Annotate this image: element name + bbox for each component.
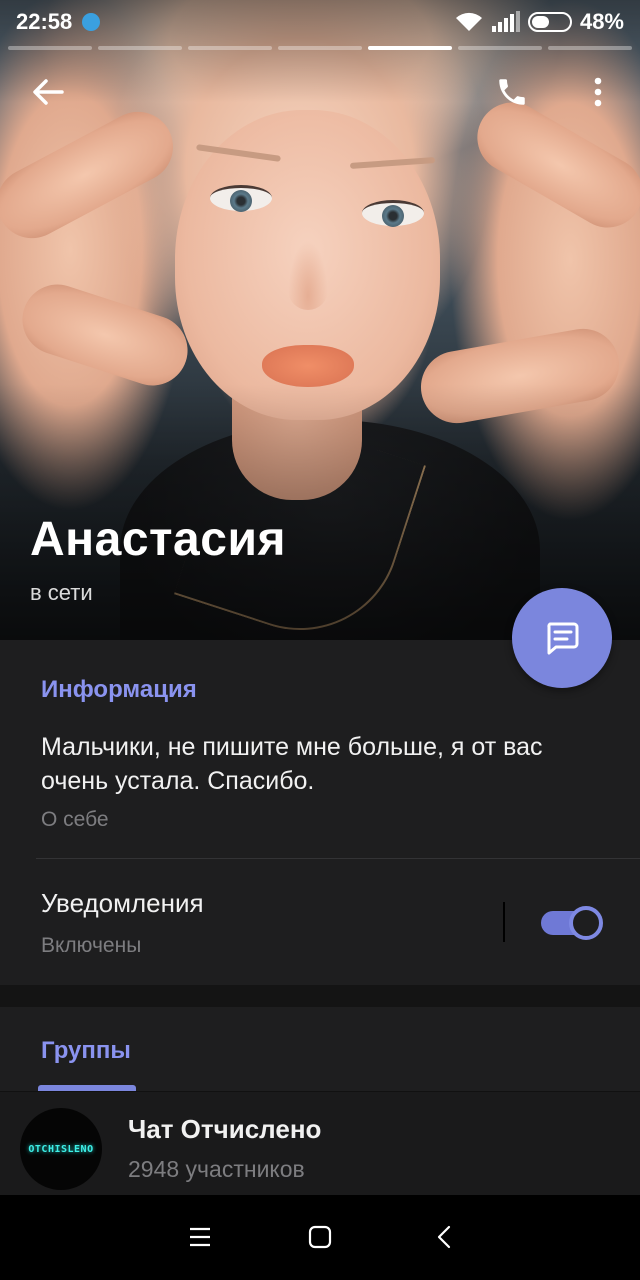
phone-icon [499, 79, 525, 105]
send-message-button[interactable] [512, 588, 612, 688]
system-back-button[interactable] [424, 1217, 464, 1257]
list-item[interactable]: OTCHISLENO Чат Отчислено 2948 участников [0, 1092, 640, 1195]
chevron-left-icon [437, 1225, 451, 1249]
story-progress [8, 46, 632, 50]
story-segment [368, 46, 452, 50]
avatar: OTCHISLENO [20, 1108, 102, 1190]
home-square-icon [308, 1225, 332, 1249]
bio-caption: О себе [41, 808, 109, 831]
story-segment [188, 46, 272, 50]
groups-section: Группы OTCHISLENO Чат Отчислено 2948 уча… [0, 1007, 640, 1195]
back-button[interactable] [16, 60, 80, 124]
tab-groups[interactable]: Группы [41, 1037, 131, 1065]
profile-status: в сети [30, 580, 93, 605]
more-button[interactable] [566, 60, 630, 124]
signal-icon [491, 11, 520, 32]
battery-percent: 48% [579, 9, 624, 34]
story-segment [548, 46, 632, 50]
notifications-state: Включены [41, 934, 142, 957]
status-time: 22:58 [16, 9, 73, 34]
profile-name: Анастасия [30, 513, 286, 566]
story-segment [458, 46, 542, 50]
bio-text[interactable]: Мальчики, не пишите мне больше, я от вас… [41, 730, 601, 798]
menu-icon [190, 1227, 210, 1247]
message-icon [547, 622, 579, 655]
toggle-knob [569, 906, 603, 940]
status-right: 48% [454, 9, 624, 35]
story-segment [98, 46, 182, 50]
notifications-label[interactable]: Уведомления [41, 888, 204, 919]
call-button[interactable] [480, 60, 544, 124]
avatar-text: OTCHISLENO [28, 1143, 94, 1155]
home-button[interactable] [300, 1217, 340, 1257]
recent-apps-button[interactable] [180, 1217, 220, 1257]
status-bar: 22:58 48% [0, 0, 640, 44]
divider [503, 902, 505, 942]
divider [36, 858, 640, 859]
story-segment [278, 46, 362, 50]
group-name: Чат Отчислено [128, 1114, 322, 1144]
group-members: 2948 участников [128, 1156, 305, 1182]
info-section: Информация Мальчики, не пишите мне больш… [0, 640, 640, 985]
more-vertical-icon [594, 77, 602, 107]
info-title: Информация [41, 676, 197, 703]
section-gap [0, 985, 640, 1007]
arrow-left-icon [33, 79, 64, 105]
toolbar [0, 60, 640, 124]
wifi-icon [455, 12, 482, 31]
story-segment [8, 46, 92, 50]
battery-fill [531, 16, 550, 28]
battery-icon [527, 12, 572, 32]
notifications-toggle[interactable] [541, 906, 603, 940]
system-nav-bar [0, 1195, 640, 1280]
telegram-icon [82, 13, 101, 31]
